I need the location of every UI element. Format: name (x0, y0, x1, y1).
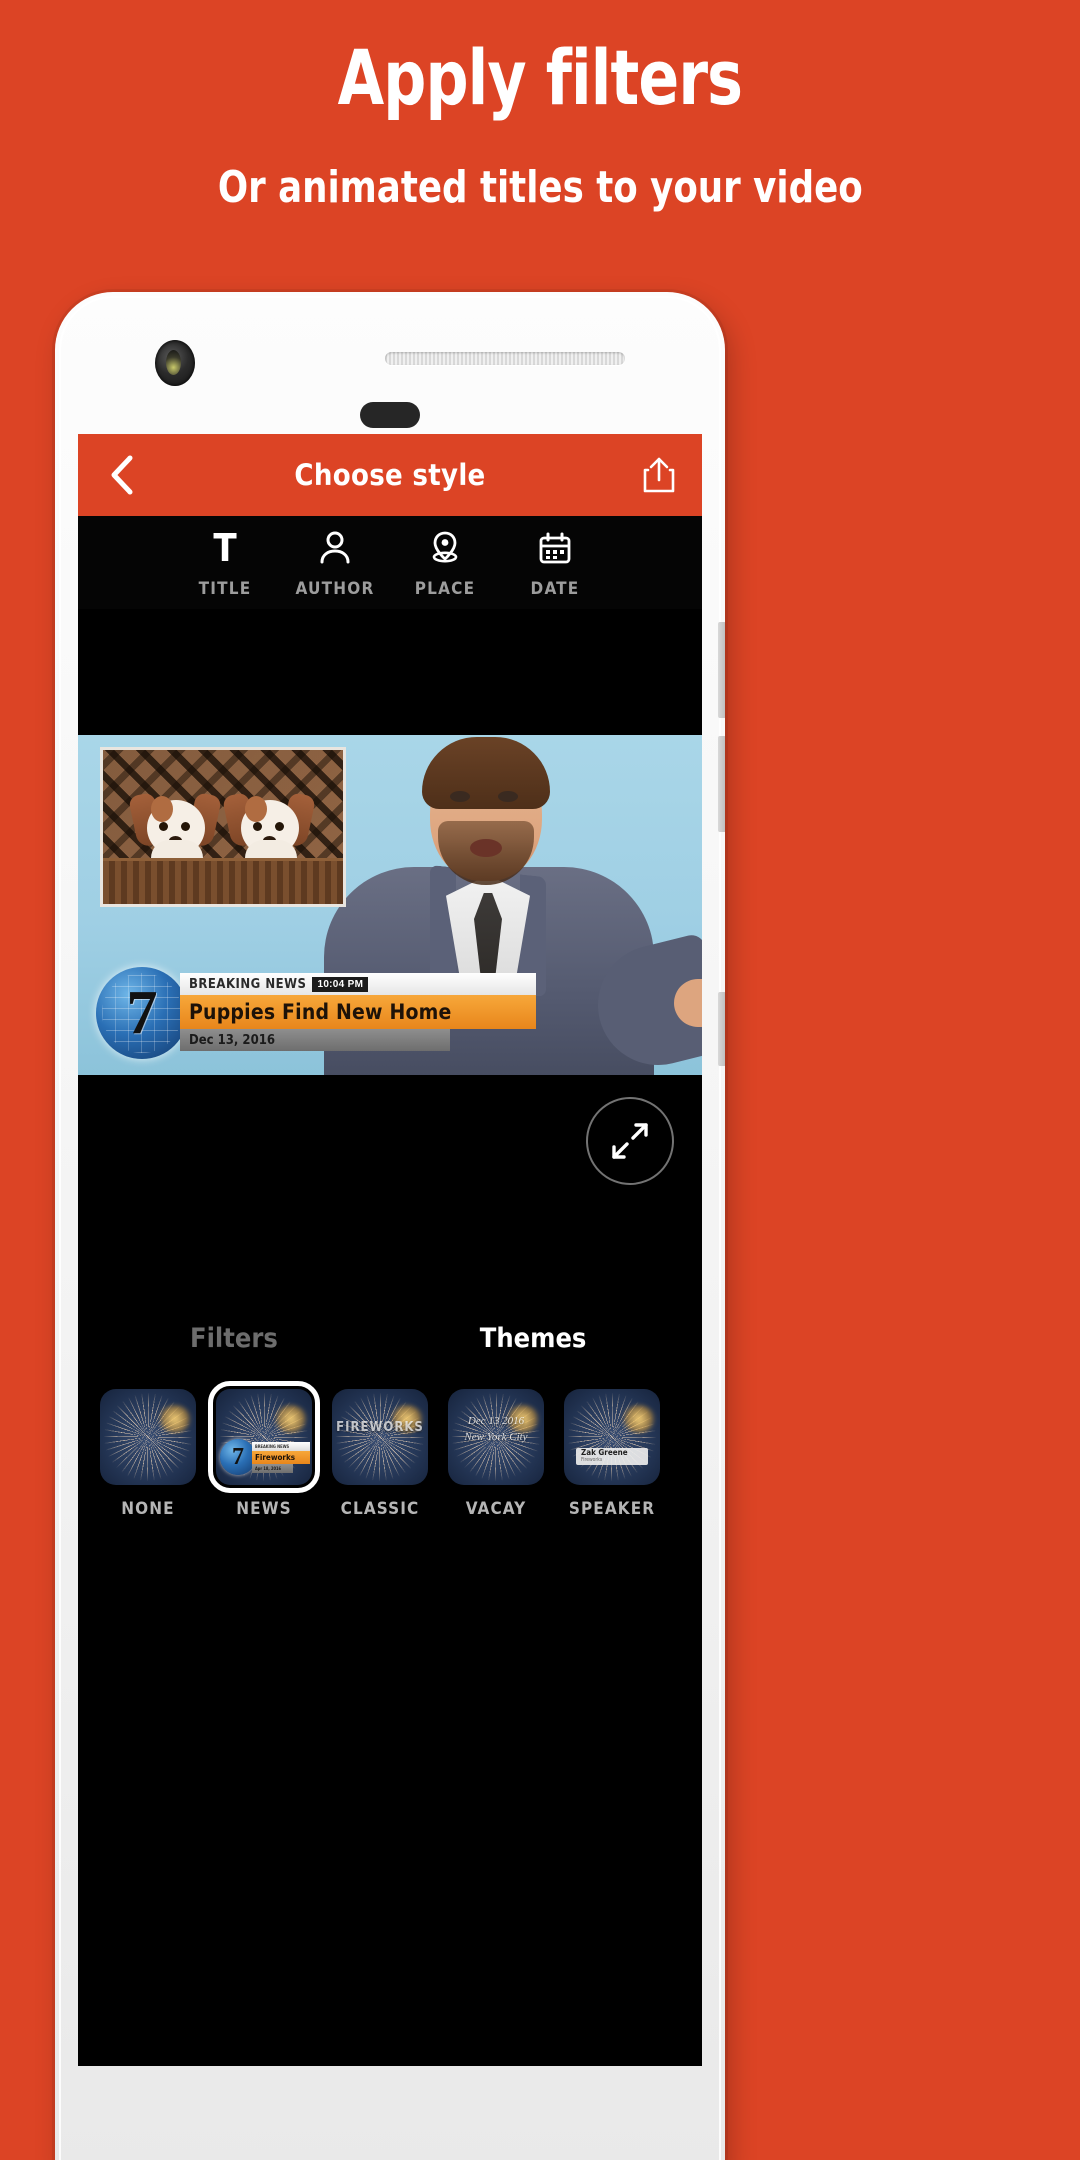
theme-thumbnail[interactable]: Zak Greene Fireworks (564, 1389, 660, 1485)
preview-controls-area (78, 1075, 702, 1301)
mode-tab-filters[interactable]: Filters (190, 1323, 278, 1354)
presenter-mouth (470, 839, 502, 857)
puppy-inset-image (100, 747, 346, 907)
theme-label: VACAY (465, 1499, 527, 1519)
theme-caption-text: FIREWORKS (336, 1419, 424, 1435)
theme-item-news[interactable]: 7 BREAKING NEWS Fireworks Apr 18, 2016 N… (208, 1381, 320, 1519)
tab-place[interactable]: PLACE (390, 530, 500, 599)
volume-up-button[interactable] (718, 622, 725, 718)
theme-item-classic[interactable]: FIREWORKS CLASSIC (332, 1389, 428, 1519)
page-title: Choose style (294, 458, 486, 492)
breaking-news-label: BREAKING NEWS (189, 976, 307, 992)
theme-label: CLASSIC (340, 1499, 420, 1519)
theme-thumbnail[interactable]: Dec 13 2016 New York City (448, 1389, 544, 1485)
theme-label: SPEAKER (568, 1499, 656, 1519)
tab-place-label: PLACE (414, 579, 476, 599)
speaker-subtitle: Fireworks (581, 1456, 603, 1463)
app-header-bar: Choose style (78, 434, 702, 516)
lower-third-date-row: Dec 13, 2016 (180, 1029, 450, 1051)
promo-title: Apply filters (337, 33, 743, 122)
style-field-tabs: T TITLE AUTHOR PLACE DATE (78, 516, 702, 609)
mode-tab-themes[interactable]: Themes (480, 1323, 587, 1354)
tab-title[interactable]: T TITLE (170, 526, 280, 599)
volume-down-button[interactable] (718, 736, 725, 832)
presenter-eye-left (450, 791, 470, 802)
promo-banner: Apply filters Or animated titles to your… (0, 0, 1080, 300)
theme-label: NEWS (236, 1499, 292, 1519)
mini-headline: Fireworks (252, 1451, 310, 1464)
channel-globe-logo-icon: 7 (96, 967, 188, 1059)
tab-date[interactable]: DATE (500, 530, 610, 599)
calendar-icon (539, 532, 571, 564)
mini-breaking-label: BREAKING NEWS (252, 1442, 310, 1451)
phone-device-frame: Choose style T TITLE AUTHOR PLACE DATE 7… (55, 292, 725, 2160)
share-upload-icon (643, 457, 675, 493)
lower-third-breaking-row: BREAKING NEWS 10:04 PM (180, 973, 536, 995)
broadcast-timestamp: 10:04 PM (312, 976, 369, 992)
theme-item-vacay[interactable]: Dec 13 2016 New York City VACAY (448, 1389, 544, 1519)
presenter-hair (422, 737, 550, 809)
tab-author[interactable]: AUTHOR (280, 530, 390, 599)
theme-thumbnail-selected[interactable]: 7 BREAKING NEWS Fireworks Apr 18, 2016 (208, 1381, 320, 1493)
theme-item-speaker[interactable]: Zak Greene Fireworks SPEAKER (564, 1389, 660, 1519)
earpiece-speaker-icon (385, 352, 625, 365)
tab-author-label: AUTHOR (295, 579, 375, 599)
vacay-date-line: Dec 13 2016 (467, 1414, 525, 1427)
presenter-eye-right (498, 791, 518, 802)
tab-title-label: TITLE (198, 579, 252, 599)
news-headline: Puppies Find New Home (189, 1000, 452, 1024)
person-icon (320, 531, 350, 564)
promo-subtitle: Or animated titles to your video (217, 161, 863, 213)
mini-channel-globe-icon: 7 (220, 1439, 256, 1475)
mini-lower-third: 7 BREAKING NEWS Fireworks Apr 18, 2016 (220, 1435, 310, 1475)
speaker-name-plate: Zak Greene Fireworks (576, 1448, 648, 1465)
channel-number: 7 (126, 979, 158, 1047)
puppy-basket (103, 858, 343, 904)
editor-spacer-top (78, 609, 702, 735)
speaker-name: Zak Greene (581, 1447, 628, 1457)
power-button[interactable] (718, 992, 725, 1066)
phone-screen: Choose style T TITLE AUTHOR PLACE DATE 7… (78, 434, 702, 2066)
video-preview[interactable]: 7 BREAKING NEWS 10:04 PM Puppies Find Ne… (78, 735, 702, 1075)
theme-item-none[interactable]: NONE (100, 1389, 196, 1519)
news-date: Dec 13, 2016 (189, 1032, 275, 1048)
tab-date-label: DATE (530, 579, 580, 599)
front-camera-icon (155, 340, 195, 386)
proximity-sensor-icon (360, 402, 420, 428)
lower-third-rows: BREAKING NEWS 10:04 PM Puppies Find New … (180, 973, 536, 1051)
mode-switcher: Filters Themes (78, 1301, 702, 1375)
lower-third-headline-row: Puppies Find New Home (180, 995, 536, 1029)
news-lower-third-overlay: 7 BREAKING NEWS 10:04 PM Puppies Find Ne… (96, 967, 536, 1059)
location-pin-icon (432, 531, 458, 563)
mini-date: Apr 18, 2016 (252, 1464, 293, 1473)
theme-caption-block: Dec 13 2016 New York City (448, 1414, 544, 1446)
expand-fullscreen-button[interactable] (586, 1097, 674, 1185)
text-t-icon: T (213, 526, 237, 570)
theme-thumbnail[interactable]: FIREWORKS (332, 1389, 428, 1485)
theme-thumbnail-strip[interactable]: NONE 7 BREAKING NEWS Fireworks Apr 18, 2… (78, 1375, 702, 1519)
editor-spacer-bottom (78, 1519, 702, 1609)
expand-fullscreen-icon (612, 1123, 648, 1159)
share-button[interactable] (634, 448, 684, 502)
theme-label: NONE (121, 1499, 175, 1519)
theme-thumbnail[interactable] (100, 1389, 196, 1485)
vacay-place-line: New York City (464, 1430, 528, 1443)
